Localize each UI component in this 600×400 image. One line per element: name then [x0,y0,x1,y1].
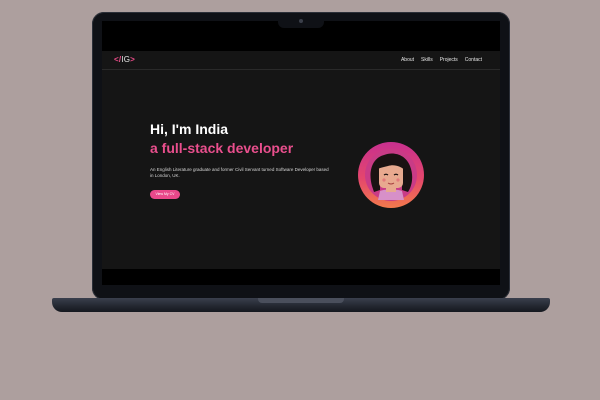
laptop-screen: </IG> About Skills Projects Contact Hi, … [102,21,500,285]
nav-link-about[interactable]: About [401,56,414,64]
hero-greeting: Hi, I'm India [150,121,229,137]
nav-link-projects[interactable]: Projects [440,56,458,64]
view-cv-button[interactable]: View My CV [150,190,180,199]
avatar-illustration [365,149,417,201]
hero-description: An English Literature graduate and forme… [150,167,329,178]
laptop-base-notch [258,298,344,303]
logo[interactable]: </IG> [114,55,135,65]
logo-initials: IG [121,55,131,64]
logo-close-bracket: > [130,55,136,64]
avatar [358,142,424,208]
nav-link-contact[interactable]: Contact [465,56,482,64]
nav-link-skills[interactable]: Skills [421,56,433,64]
hero-tagline: a full-stack developer [150,140,294,156]
navbar: </IG> About Skills Projects Contact [102,51,500,70]
camera-icon [299,19,303,23]
nav-links: About Skills Projects Contact [401,56,482,64]
portfolio-page: </IG> About Skills Projects Contact Hi, … [102,51,500,269]
